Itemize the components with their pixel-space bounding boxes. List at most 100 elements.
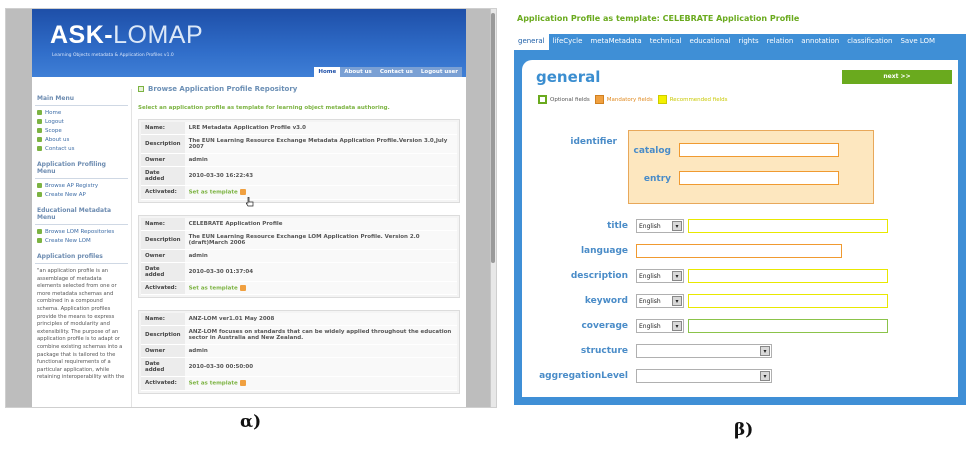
site-header: ASK-LOMAP Learning Objects metadata & Ap… [32, 9, 466, 77]
general-form: general next >> Optional fields Mandator… [522, 60, 958, 397]
tab-save-lom[interactable]: Save LOM [896, 34, 939, 50]
keyword-language-select[interactable]: English ▾ [636, 294, 684, 308]
bullet-icon [37, 238, 42, 243]
page-title: Browse Application Profile Repository [138, 81, 460, 97]
keyword-input[interactable] [688, 294, 888, 308]
em-menu-title: Educational Metadata Menu [35, 205, 128, 225]
profile-description: The EUN Learning Resource Exchange LOM A… [184, 230, 457, 250]
title-language-select[interactable]: English ▾ [636, 219, 684, 233]
dropdown-arrow-icon: ▾ [760, 346, 770, 356]
dropdown-arrow-icon: ▾ [760, 371, 770, 381]
ap-info-title: Application profiles [35, 251, 128, 264]
tab-lifecycle[interactable]: lifeCycle [549, 34, 587, 50]
set-as-template-link[interactable]: Set as template [189, 381, 238, 387]
nav-contact[interactable]: Contact us [375, 67, 417, 77]
next-button[interactable]: next >> [842, 70, 952, 84]
bullet-icon [37, 110, 42, 115]
lom-tabs: general lifeCycle metaMetadata technical… [514, 34, 966, 50]
structure-select[interactable]: ▾ [636, 344, 772, 358]
language-input[interactable] [636, 244, 842, 258]
coverage-label: coverage [581, 321, 628, 331]
ap-menu: Application Profiling Menu Browse AP Reg… [35, 159, 128, 199]
site-tagline: Learning Objects metadata & Application … [52, 53, 174, 58]
ask-lomap-window: ASK-LOMAP Learning Objects metadata & Ap… [5, 8, 497, 408]
site-logo[interactable]: ASK-LOMAP [50, 21, 203, 50]
scrollbar-thumb[interactable] [491, 13, 495, 263]
main-menu: Main Menu Home Logout Scope About us Con… [35, 93, 128, 153]
vertical-scrollbar[interactable] [490, 9, 496, 407]
bullet-icon [37, 128, 42, 133]
title-input[interactable] [688, 219, 888, 233]
catalog-input[interactable] [679, 143, 839, 157]
tab-technical[interactable]: technical [646, 34, 686, 50]
hand-cursor-icon [246, 197, 254, 207]
dropdown-arrow-icon: ▾ [672, 271, 682, 281]
description-label: description [570, 271, 628, 281]
set-as-template-link[interactable]: Set as template [189, 190, 238, 196]
tab-general[interactable]: general [514, 34, 549, 50]
sidebar-item-logout[interactable]: Logout [35, 117, 128, 126]
dropdown-arrow-icon: ▾ [672, 296, 682, 306]
profile-date: 2010-03-30 16:22:43 [184, 166, 457, 186]
nav-home[interactable]: Home [314, 67, 341, 77]
bullet-icon [37, 183, 42, 188]
tab-metametadata[interactable]: metaMetadata [586, 34, 645, 50]
description-language-select[interactable]: English ▾ [636, 269, 684, 283]
sidebar-item-contact[interactable]: Contact us [35, 144, 128, 153]
profile-description: ANZ-LOM focuses on standards that can be… [184, 325, 457, 345]
sidebar-item-home[interactable]: Home [35, 108, 128, 117]
aggregation-level-select[interactable]: ▾ [636, 369, 772, 383]
em-menu: Educational Metadata Menu Browse LOM Rep… [35, 205, 128, 245]
caption-a: α) [240, 412, 262, 432]
coverage-input[interactable] [688, 319, 888, 333]
top-nav: Home About us Contact us Logout user [314, 67, 462, 77]
browse-icon [138, 86, 144, 92]
profile-owner: admin [184, 249, 457, 263]
coverage-language-select[interactable]: English ▾ [636, 319, 684, 333]
description-label: Description [141, 134, 185, 154]
ap-menu-title: Application Profiling Menu [35, 159, 128, 179]
name-label: Name: [141, 122, 185, 135]
identifier-group: catalog entry [628, 130, 874, 204]
section-title: general [536, 68, 601, 86]
sidebar-item-about[interactable]: About us [35, 135, 128, 144]
mandatory-swatch [594, 95, 604, 104]
bullet-icon [37, 192, 42, 197]
aggregation-level-label: aggregationLevel [539, 371, 628, 381]
template-icon [239, 380, 246, 386]
tab-educational[interactable]: educational [686, 34, 735, 50]
tab-relation[interactable]: relation [763, 34, 798, 50]
profile-owner: admin [184, 344, 457, 358]
nav-about[interactable]: About us [340, 67, 376, 77]
sidebar-item-browse-ap[interactable]: Browse AP Registry [35, 181, 128, 190]
tab-classification[interactable]: classification [843, 34, 896, 50]
template-icon [239, 284, 246, 291]
profile-card: Name: LRE Metadata Application Profile v3… [138, 119, 460, 203]
main-menu-title: Main Menu [35, 93, 128, 106]
bullet-icon [37, 146, 42, 151]
owner-label: Owner [141, 249, 185, 263]
sidebar-item-browse-lom[interactable]: Browse LOM Repositories [35, 227, 128, 236]
sidebar-item-create-ap[interactable]: Create New AP [35, 190, 128, 199]
field-legend: Optional fields Mandatory fields Recomme… [536, 95, 728, 104]
activated-label: Activated: [141, 281, 185, 295]
description-input[interactable] [688, 269, 888, 283]
profile-description: The EUN Learning Resource Exchange Metad… [184, 134, 457, 154]
nav-logout[interactable]: Logout user [416, 67, 462, 77]
profile-card: Name: CELEBRATE Application Profile Descr… [138, 214, 460, 298]
optional-swatch [538, 95, 547, 104]
lom-editor-window: Application Profile as template: CELEBRA… [514, 12, 966, 405]
description-label: Description [141, 325, 185, 345]
sidebar-item-create-lom[interactable]: Create New LOM [35, 236, 128, 245]
recommended-swatch [657, 95, 667, 104]
entry-label: entry [643, 174, 671, 184]
title-label: title [607, 221, 628, 231]
entry-input[interactable] [679, 171, 839, 185]
tab-annotation[interactable]: annotation [797, 34, 843, 50]
tab-rights[interactable]: rights [735, 34, 763, 50]
set-as-template-link[interactable]: Set as template [189, 285, 238, 291]
legend-recommended: Recommended fields [669, 96, 728, 103]
template-icon [239, 189, 246, 195]
sidebar-item-scope[interactable]: Scope [35, 126, 128, 135]
description-label: Description [141, 230, 185, 250]
